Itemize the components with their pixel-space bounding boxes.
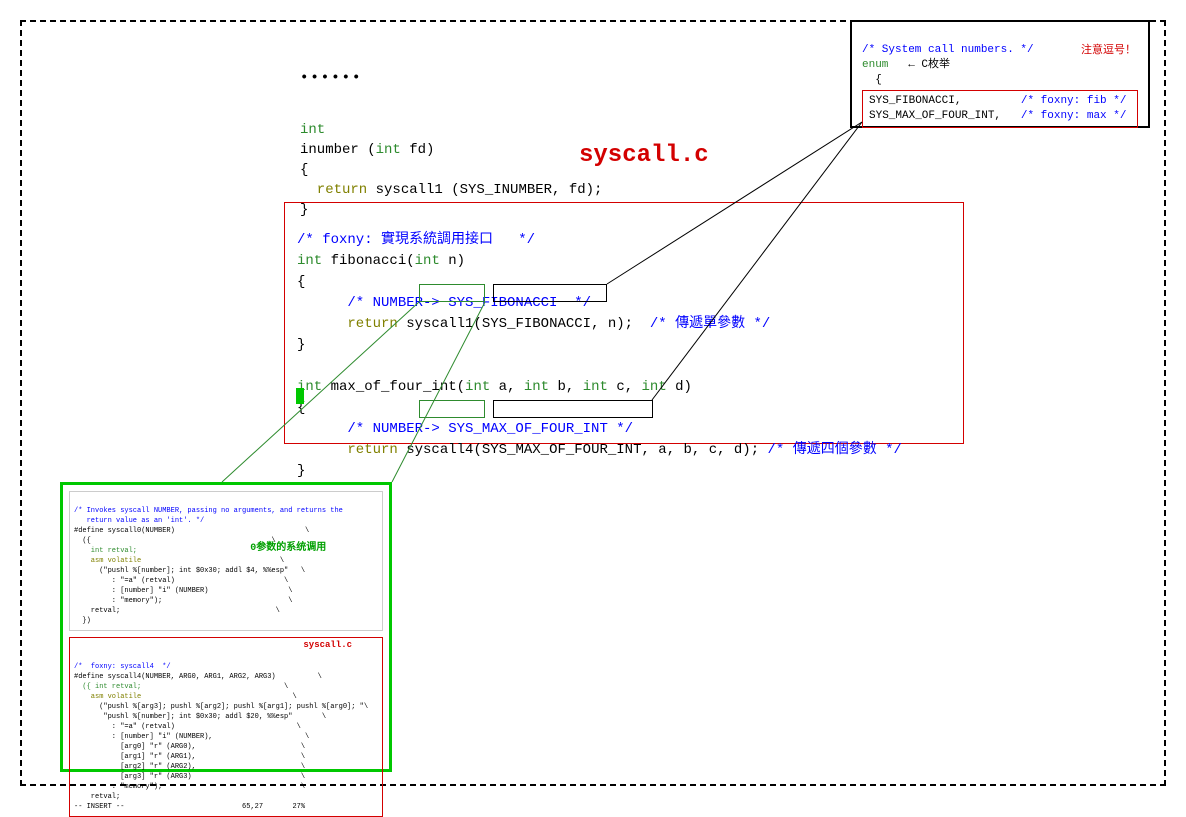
text: fibonacci( xyxy=(322,253,414,269)
text: fd) xyxy=(401,142,435,158)
cursor-icon xyxy=(296,388,304,404)
text: : [number] "i" (NUMBER) xyxy=(74,587,208,595)
highlight-sys-fibonacci xyxy=(493,284,607,302)
kw-int: int xyxy=(642,379,667,395)
text: #define syscall0(NUMBER) xyxy=(74,527,175,535)
text: ("pushl %[number]; int $0x30; addl $4, %… xyxy=(74,567,288,575)
kw-int: int xyxy=(465,379,490,395)
kw-int: int xyxy=(524,379,549,395)
kw-int: int xyxy=(376,142,401,158)
comment: /* System call numbers. */ xyxy=(862,44,1034,56)
highlight-syscall4 xyxy=(419,400,485,418)
fn-syscall1: syscall1 xyxy=(398,316,474,332)
text: }) xyxy=(74,617,91,625)
paren: ( xyxy=(473,316,481,332)
text: max_of_four_int( xyxy=(322,379,465,395)
kw-int: int xyxy=(583,379,608,395)
text: ← C枚举 xyxy=(888,59,950,71)
comment: /* foxny: fib */ xyxy=(1021,95,1127,107)
brace: { xyxy=(862,74,882,86)
kw-enum: enum xyxy=(862,59,888,71)
text: ({ int retval; xyxy=(74,683,141,691)
comment: /* 傳遞單參數 */ xyxy=(650,316,770,332)
paren: ( xyxy=(473,442,481,458)
text: [arg2] "r" (ARG2), xyxy=(74,763,196,771)
text: : "=a" (retval) xyxy=(74,723,175,731)
text: /* foxny: syscall4 */ xyxy=(74,663,171,671)
text: a, b, c, d); xyxy=(650,442,768,458)
brace: { xyxy=(297,274,305,290)
text: [arg1] "r" (ARG1), xyxy=(74,753,196,761)
const-sys-max: SYS_MAX_OF_FOUR_INT, xyxy=(482,442,650,458)
text: : "memory"); xyxy=(74,783,162,791)
const-sys-fibonacci: SYS_FIBONACCI xyxy=(482,316,591,332)
brace: } xyxy=(297,463,305,479)
comment: /* foxny: max */ xyxy=(1021,110,1127,122)
enum-panel: /* System call numbers. */ enum ← C枚举 { … xyxy=(850,20,1150,128)
enum-item: SYS_FIBONACCI, xyxy=(869,95,961,107)
text: retval; xyxy=(74,607,120,615)
text: n) xyxy=(440,253,465,269)
kw-return: return xyxy=(297,442,398,458)
text: : [number] "i" (NUMBER), xyxy=(74,733,213,741)
text: : "=a" (retval) xyxy=(74,577,175,585)
text: asm volatile xyxy=(74,693,141,701)
thumb-title-0args: 0参数的系统调用 xyxy=(250,543,326,554)
brace: } xyxy=(297,337,305,353)
text: syscall1 (SYS_INUMBER, fd); xyxy=(367,182,602,198)
thumb-syscall0: /* Invokes syscall NUMBER, passing no ar… xyxy=(69,491,383,631)
ellipsis: •••••• xyxy=(300,70,362,86)
text: d) xyxy=(667,379,692,395)
text: retval; xyxy=(74,793,120,801)
text: int retval; xyxy=(74,547,137,555)
text: inumber ( xyxy=(300,142,376,158)
text: [arg3] "r" (ARG3) xyxy=(74,773,192,781)
kw-int: int xyxy=(415,253,440,269)
text: /* Invokes syscall NUMBER, passing no ar… xyxy=(74,507,343,515)
thumb-title-syscallc: syscall.c xyxy=(303,640,352,650)
comment: /* NUMBER-> SYS_MAX_OF_FOUR_INT */ xyxy=(297,421,633,437)
warning-note: 注意逗号！ xyxy=(1081,44,1136,59)
text: "pushl %[number]; int $0x30; addl $20, %… xyxy=(74,713,292,721)
text: a, xyxy=(490,379,524,395)
highlight-sys-max xyxy=(493,400,653,418)
text: c, xyxy=(608,379,642,395)
thumb-syscall4: syscall.c /* foxny: syscall4 */ #define … xyxy=(69,637,383,817)
text: #define syscall4(NUMBER, ARG0, ARG1, ARG… xyxy=(74,673,276,681)
vim-position: 65,27 27% xyxy=(242,803,305,811)
kw-int: int xyxy=(300,122,325,138)
brace: { xyxy=(300,162,308,178)
text: asm volatile xyxy=(74,557,141,565)
comment: /* 傳遞四個參數 */ xyxy=(768,442,902,458)
text: ({ xyxy=(74,537,91,545)
text: : "memory"); xyxy=(74,597,162,605)
diagram-frame: •••••• int inumber (int fd) { return sys… xyxy=(20,20,1166,786)
text: b, xyxy=(549,379,583,395)
highlight-syscall1 xyxy=(419,284,485,302)
enum-inner-box: SYS_FIBONACCI, /* foxny: fib */ SYS_MAX_… xyxy=(862,90,1138,128)
text: [arg0] "r" (ARG0), xyxy=(74,743,196,751)
thumbnail-panel: /* Invokes syscall NUMBER, passing no ar… xyxy=(60,482,392,772)
text: , n); xyxy=(591,316,650,332)
vim-status: -- INSERT -- xyxy=(74,803,124,811)
text: ("pushl %[arg3]; pushl %[arg2]; pushl %[… xyxy=(74,703,364,711)
text: return value as an 'int'. */ xyxy=(74,517,204,525)
kw-return: return xyxy=(297,316,398,332)
title-syscall-c: syscall.c xyxy=(579,142,709,169)
enum-item: SYS_MAX_OF_FOUR_INT, xyxy=(869,110,1001,122)
fn-syscall4: syscall4 xyxy=(398,442,474,458)
kw-return: return xyxy=(300,182,367,198)
kw-int: int xyxy=(297,253,322,269)
comment: /* foxny: 實現系統調用接口 */ xyxy=(297,232,535,248)
